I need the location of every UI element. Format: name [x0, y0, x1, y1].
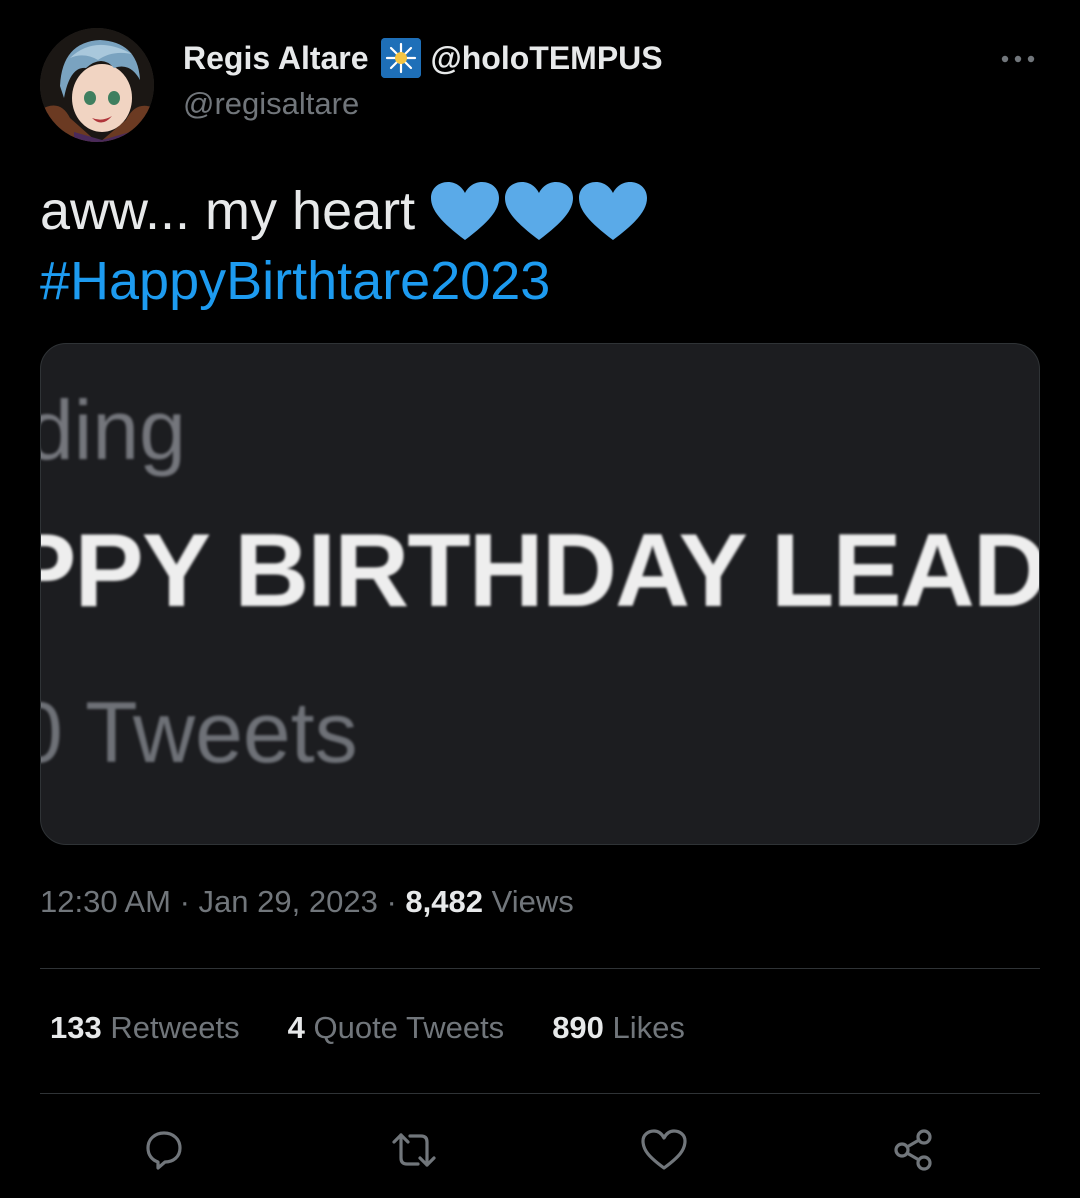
divider — [40, 968, 1040, 969]
quote-tweets-stat[interactable]: 4 Quote Tweets — [288, 1010, 505, 1046]
media-text-line3: 0 Tweets — [40, 685, 358, 781]
author-handle[interactable]: @regisaltare — [183, 86, 359, 122]
like-button[interactable] — [634, 1120, 694, 1180]
divider — [40, 1093, 1040, 1094]
more-options-button[interactable] — [994, 44, 1042, 74]
tweet-media-image[interactable]: ding PPY BIRTHDAY LEAD 0 Tweets — [40, 343, 1040, 845]
like-icon — [641, 1129, 687, 1170]
media-text-line2: PPY BIRTHDAY LEAD — [40, 513, 1040, 629]
reply-button[interactable] — [134, 1120, 194, 1180]
engagement-stats: 133 Retweets 4 Quote Tweets 890 Likes — [50, 1010, 733, 1046]
retweet-button[interactable] — [384, 1120, 444, 1180]
share-button[interactable] — [884, 1120, 944, 1180]
author-display-name[interactable]: Regis Altare — [183, 40, 369, 77]
heart-emoji-group — [429, 180, 651, 242]
tweet-date[interactable]: Jan 29, 2023 — [199, 884, 378, 919]
meta-separator: · — [179, 884, 199, 919]
affiliation-handle[interactable]: @holoTEMPUS — [431, 40, 663, 77]
reply-icon — [146, 1131, 182, 1170]
tweet-body: aww... my heart — [40, 181, 416, 241]
meta-separator: · — [386, 884, 406, 919]
tweet-time[interactable]: 12:30 AM — [40, 884, 171, 919]
views-label: Views — [491, 884, 574, 919]
media-text-line1: ding — [40, 383, 186, 477]
author-name-row: Regis Altare @holoTEMPUS — [183, 36, 663, 80]
retweet-icon — [392, 1133, 436, 1167]
more-icon — [1001, 55, 1035, 63]
hashtag-link[interactable]: #HappyBirthtare2023 — [40, 246, 550, 316]
retweets-stat[interactable]: 133 Retweets — [50, 1010, 240, 1046]
blue-heart-icon — [505, 182, 574, 240]
blue-heart-icon — [431, 182, 500, 240]
likes-stat[interactable]: 890 Likes — [552, 1010, 685, 1046]
likes-label: Likes — [612, 1010, 685, 1045]
likes-count: 890 — [552, 1010, 604, 1045]
avatar-image — [40, 28, 154, 142]
tweet-text: aww... my heart #HappyBirthtare2023 — [40, 176, 1040, 316]
blue-heart-icon — [579, 182, 648, 240]
quotes-label: Quote Tweets — [313, 1010, 505, 1045]
quotes-count: 4 — [287, 1010, 305, 1045]
avatar[interactable] — [40, 28, 154, 142]
action-bar — [0, 1120, 1080, 1180]
tweet-meta: 12:30 AM · Jan 29, 2023 · 8,482 Views — [40, 884, 574, 920]
views-count: 8,482 — [405, 884, 483, 919]
share-icon — [894, 1129, 932, 1171]
tempus-badge-icon[interactable] — [380, 38, 421, 78]
retweets-count: 133 — [50, 1010, 102, 1045]
retweets-label: Retweets — [110, 1010, 240, 1045]
